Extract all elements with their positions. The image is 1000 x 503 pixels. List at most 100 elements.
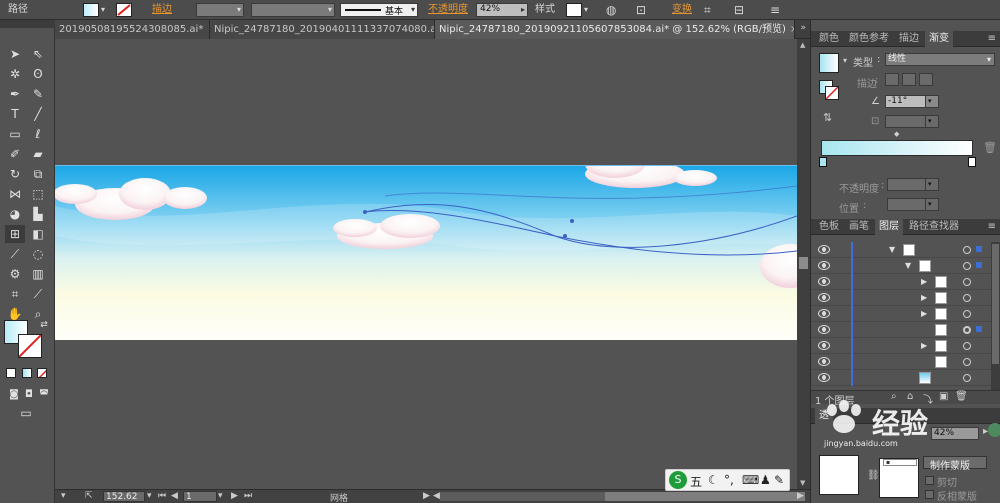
visibility-eye-icon[interactable]: [818, 245, 830, 254]
layer-row[interactable]: [811, 370, 991, 386]
target-circle-icon[interactable]: [963, 358, 971, 366]
visibility-eye-icon[interactable]: [818, 293, 830, 302]
selection-indicator[interactable]: [976, 262, 982, 268]
target-circle-icon[interactable]: [963, 262, 971, 270]
tab-color-guide[interactable]: 颜色参考: [845, 31, 893, 47]
screen-mode-icon[interactable]: ▭: [16, 404, 36, 422]
angle-dropdown[interactable]: ▾: [925, 95, 939, 108]
pen-tool-icon[interactable]: ✒: [5, 85, 25, 103]
graphic-style-swatch[interactable]: [566, 3, 582, 17]
status-mode-arrow-icon[interactable]: ▶: [423, 491, 430, 501]
opacity-input[interactable]: 42% ▸: [476, 3, 528, 17]
layer-row[interactable]: ▶: [811, 306, 991, 322]
pencil-tool-icon[interactable]: ✐: [5, 145, 25, 163]
target-circle-icon[interactable]: [963, 326, 971, 334]
artboard-tool-icon[interactable]: ⌗: [5, 285, 25, 303]
prev-artboard-icon[interactable]: ◀: [171, 491, 178, 501]
stroke-none-swatch[interactable]: [116, 3, 132, 17]
reverse-gradient-icon[interactable]: ⇅: [823, 111, 832, 124]
midpoint-diamond-icon[interactable]: ◆: [894, 130, 899, 138]
visibility-eye-icon[interactable]: [818, 341, 830, 350]
draw-inside-icon[interactable]: ◚: [34, 386, 54, 404]
stroke-gradient-along-button[interactable]: [902, 73, 916, 86]
panel-menu-icon[interactable]: ≡: [988, 33, 996, 44]
tab-color[interactable]: 颜色: [815, 31, 843, 47]
opacity-label[interactable]: 不透明度: [428, 3, 468, 17]
status-menu-icon[interactable]: ▾: [61, 491, 66, 501]
layer-row[interactable]: ▼: [811, 258, 991, 274]
symbol-sprayer-tool-icon[interactable]: ⚙: [5, 265, 25, 283]
visibility-eye-icon[interactable]: [818, 261, 830, 270]
punctuation-icon[interactable]: °,: [724, 473, 734, 487]
tab-stroke[interactable]: 描边: [895, 31, 923, 47]
tab-overflow-icon[interactable]: »: [800, 23, 806, 33]
layers-scrollbar[interactable]: [991, 242, 1000, 390]
curvature-tool-icon[interactable]: ✎: [28, 85, 48, 103]
stroke-weight-dropdown[interactable]: ▾: [196, 3, 244, 17]
clip-checkbox[interactable]: [925, 476, 934, 485]
direct-selection-tool-icon[interactable]: ⇖: [28, 45, 48, 63]
vertical-scroll-thumb[interactable]: [799, 257, 808, 269]
isolate-group-icon[interactable]: ⌗: [704, 3, 711, 17]
selection-indicator[interactable]: [976, 326, 982, 332]
magic-wand-tool-icon[interactable]: ✲: [5, 65, 25, 83]
scroll-right-icon[interactable]: ▶: [797, 491, 804, 501]
first-artboard-icon[interactable]: ⏮: [158, 491, 166, 501]
gradient-stop-left[interactable]: [819, 157, 827, 167]
chevron-down-icon[interactable]: ▾: [843, 56, 847, 65]
scroll-up-icon[interactable]: ▲: [800, 41, 805, 49]
scale-tool-icon[interactable]: ⧉: [28, 165, 48, 183]
eraser-tool-icon[interactable]: ▰: [28, 145, 48, 163]
rotate-tool-icon[interactable]: ↻: [5, 165, 25, 183]
transform-label[interactable]: 变换: [672, 3, 692, 17]
layer-row[interactable]: [811, 322, 991, 338]
select-similar-icon[interactable]: ⊟: [734, 3, 744, 17]
none-mode-icon[interactable]: [37, 368, 47, 378]
visibility-eye-icon[interactable]: [818, 357, 830, 366]
recolor-artwork-icon[interactable]: ◍: [606, 3, 616, 17]
target-circle-icon[interactable]: [963, 278, 971, 286]
moon-icon[interactable]: ☾: [708, 473, 719, 487]
link-icon[interactable]: ⛓: [867, 470, 880, 481]
mesh-tool-icon[interactable]: ⊞: [5, 225, 25, 243]
panel-menu-icon[interactable]: ≡: [988, 221, 996, 232]
layer-row[interactable]: ▶: [811, 274, 991, 290]
column-graph-tool-icon[interactable]: ▥: [28, 265, 48, 283]
visibility-eye-icon[interactable]: [818, 277, 830, 286]
blend-tool-icon[interactable]: ◌: [28, 245, 48, 263]
zoom-input[interactable]: 152.62: [103, 491, 145, 502]
selection-tool-icon[interactable]: ➤: [5, 45, 25, 63]
stroke-profile-dropdown[interactable]: 基本 ▾: [340, 3, 418, 17]
layer-row[interactable]: ▶: [811, 290, 991, 306]
gradient-tool-icon[interactable]: ◧: [28, 225, 48, 243]
target-circle-icon[interactable]: [963, 294, 971, 302]
line-tool-icon[interactable]: ╱: [28, 105, 48, 123]
scroll-left-icon[interactable]: ◀: [433, 491, 440, 501]
next-artboard-icon[interactable]: ▶: [231, 491, 238, 501]
align-icon[interactable]: ⊡: [636, 3, 646, 17]
gradient-stroke-icon[interactable]: [825, 86, 839, 100]
zoom-dropdown-icon[interactable]: ▾: [147, 491, 152, 501]
stroke-gradient-across-button[interactable]: [919, 73, 933, 86]
tab-swatches[interactable]: 色板: [815, 219, 843, 235]
tab-pathfinder[interactable]: 路径查找器: [905, 219, 963, 235]
expand-arrow-icon[interactable]: ▶: [921, 293, 927, 302]
target-circle-icon[interactable]: [963, 374, 971, 382]
chevron-down-icon[interactable]: ▾: [101, 3, 105, 17]
shape-builder-tool-icon[interactable]: ◕: [5, 205, 25, 223]
scroll-down-icon[interactable]: ▼: [800, 479, 805, 487]
expand-arrow-icon[interactable]: ▼: [889, 245, 895, 254]
panel-menu-icon[interactable]: ≡: [770, 3, 780, 17]
tab-layers[interactable]: 图层: [875, 219, 903, 235]
artboard[interactable]: [55, 165, 797, 341]
stroke-color-box[interactable]: [18, 334, 42, 358]
trash-icon[interactable]: 🗑: [983, 141, 997, 154]
slice-tool-icon[interactable]: ⟋: [28, 285, 48, 303]
ime-toolbar[interactable]: S 五 ☾ °, ⌨ ♟ ✎: [665, 469, 790, 491]
fill-swatch[interactable]: [83, 3, 99, 17]
width-tool-icon[interactable]: ⋈: [5, 185, 25, 203]
color-mode-icon[interactable]: [6, 368, 16, 378]
rectangle-tool-icon[interactable]: ▭: [5, 125, 25, 143]
keyboard-icon[interactable]: ⌨: [742, 473, 759, 487]
chevron-down-icon[interactable]: ▾: [584, 3, 588, 17]
